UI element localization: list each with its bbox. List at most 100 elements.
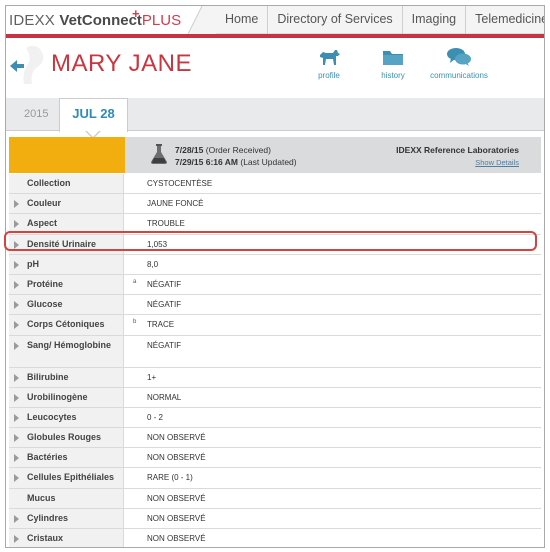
result-row[interactable]: Bactéries NON OBSERVÉ [9, 448, 541, 469]
year-tab[interactable]: 2015 [24, 108, 48, 120]
flask-icon [151, 144, 167, 164]
date-tab-active[interactable]: JUL 28 [59, 98, 128, 132]
expand-triangle-icon[interactable] [14, 260, 19, 269]
patient-header: MARY JANE profile history communications [6, 38, 544, 98]
expand-triangle-icon[interactable] [14, 200, 19, 209]
result-value: NÉGATIF [147, 300, 182, 310]
brand-vetconnect: VetConnect [59, 12, 142, 29]
chat-bubbles-icon [447, 48, 471, 66]
result-value: TRACE [147, 320, 175, 330]
result-row[interactable]: Urobilinogène NORMAL [9, 387, 541, 408]
result-value-cell [129, 387, 541, 407]
result-value: NORMAL [147, 392, 182, 402]
profile-action[interactable]: profile [314, 46, 344, 80]
brand-logo[interactable]: IDEXX VetConnectPLUS + [9, 6, 182, 29]
communications-label: communications [430, 71, 488, 80]
result-row[interactable]: Protéine a NÉGATIF [9, 274, 541, 296]
result-name: Bactéries [27, 452, 68, 463]
expand-triangle-icon[interactable] [14, 301, 19, 310]
result-value: 8,0 [147, 259, 159, 269]
folder-icon [383, 51, 403, 65]
result-name: Urobilinogène [27, 391, 88, 402]
result-row[interactable]: Cellules Epithéliales RARE (0 - 1) [9, 468, 541, 489]
result-name: Bilirubine [27, 371, 69, 382]
date-tabs: 2015 JUL 28 [6, 98, 544, 132]
nav-slant-divider [187, 6, 216, 34]
result-row[interactable]: Cristaux NON OBSERVÉ [9, 529, 541, 547]
nav-directory-of-services[interactable]: Directory of Services [267, 6, 401, 34]
result-name: Glucose [27, 299, 63, 310]
result-name: pH [27, 258, 39, 269]
expand-triangle-icon[interactable] [14, 220, 19, 229]
expand-triangle-icon[interactable] [14, 321, 19, 330]
result-value: NÉGATIF [147, 279, 182, 289]
brand-plus: PLUS [141, 12, 182, 29]
top-navigation: IDEXX VetConnectPLUS + Home Directory of… [6, 6, 544, 34]
result-row[interactable]: Glucose NÉGATIF [9, 295, 541, 316]
app-frame: IDEXX VetConnectPLUS + Home Directory of… [5, 5, 545, 548]
result-value-cell [129, 407, 541, 428]
expand-triangle-icon[interactable] [14, 474, 19, 483]
result-value: NON OBSERVÉ [147, 433, 206, 443]
received-date: 7/28/15 [175, 145, 204, 155]
nav-telemedicine[interactable]: Telemedicine [465, 6, 544, 34]
report-status-color-block [9, 137, 125, 173]
expand-triangle-icon[interactable] [14, 373, 19, 382]
result-name: Aspect [27, 218, 58, 229]
result-row[interactable]: Globules Rouges NON OBSERVÉ [9, 428, 541, 449]
result-flag: b [133, 319, 137, 326]
profile-label: profile [318, 71, 340, 80]
result-value: NÉGATIF [147, 340, 182, 350]
row-highlight-outline [4, 231, 537, 251]
result-value: NON OBSERVÉ [147, 493, 206, 503]
expand-triangle-icon[interactable] [14, 341, 19, 350]
result-row[interactable]: Couleur JAUNE FONCÉ [9, 194, 541, 215]
result-name: Leucocytes [27, 411, 77, 422]
brand-plus-mark: + [132, 6, 140, 21]
nav-tabs: Home Directory of Services Imaging Telem… [216, 6, 544, 34]
dog-icon [320, 50, 340, 65]
result-value: CYSTOCENTÈSE [147, 179, 213, 188]
result-row[interactable]: Bilirubine 1+ [9, 367, 541, 388]
result-row[interactable]: Corps Cétoniques b TRACE [9, 315, 541, 336]
paw-watermark-icon [23, 45, 44, 84]
result-value: 0 - 2 [147, 412, 164, 422]
nav-imaging[interactable]: Imaging [401, 6, 465, 34]
result-row: Collection CYSTOCENTÈSE [9, 174, 541, 195]
result-value: RARE (0 - 1) [147, 473, 193, 483]
nav-home[interactable]: Home [216, 6, 267, 34]
expand-triangle-icon[interactable] [14, 454, 19, 463]
lab-name: IDEXX Reference Laboratories [396, 145, 519, 155]
show-details-link[interactable]: Show Details [475, 158, 519, 167]
result-row[interactable]: Leucocytes 0 - 2 [9, 407, 541, 429]
communications-action[interactable]: communications [426, 46, 492, 80]
result-name: Corps Cétoniques [27, 319, 105, 330]
expand-triangle-icon[interactable] [14, 434, 19, 443]
result-row[interactable]: Cylindres NON OBSERVÉ [9, 508, 541, 529]
result-name: Couleur [27, 198, 62, 209]
result-value: NON OBSERVÉ [147, 453, 206, 463]
date-tab-pointer [86, 130, 100, 137]
result-value: TROUBLE [147, 219, 185, 229]
result-name: Cristaux [27, 533, 64, 543]
order-received-line: 7/28/15 (Order Received) [175, 145, 271, 155]
result-value-cell [129, 295, 541, 315]
brand-idexx: IDEXX [9, 12, 60, 29]
expand-triangle-icon[interactable] [14, 535, 19, 543]
expand-triangle-icon[interactable] [14, 413, 19, 422]
result-value-cell [129, 367, 541, 387]
result-name: Sang/ Hémoglobine [27, 339, 112, 350]
result-name: Collection [27, 178, 71, 188]
updated-date: 7/29/15 6:16 AM [175, 157, 238, 167]
report-header: 7/28/15 (Order Received) 7/29/15 6:16 AM… [9, 137, 541, 173]
expand-triangle-icon[interactable] [14, 514, 19, 523]
result-row[interactable]: pH 8,0 [9, 254, 541, 275]
result-row[interactable]: Sang/ Hémoglobine NÉGATIF [9, 335, 541, 368]
expand-triangle-icon[interactable] [14, 393, 19, 402]
history-action[interactable]: history [378, 46, 408, 80]
expand-triangle-icon[interactable] [14, 280, 19, 289]
patient-name: MARY JANE [51, 50, 192, 77]
result-value-cell [129, 274, 541, 295]
last-updated-line: 7/29/15 6:16 AM (Last Updated) [175, 157, 297, 167]
result-value: JAUNE FONCÉ [147, 199, 204, 209]
